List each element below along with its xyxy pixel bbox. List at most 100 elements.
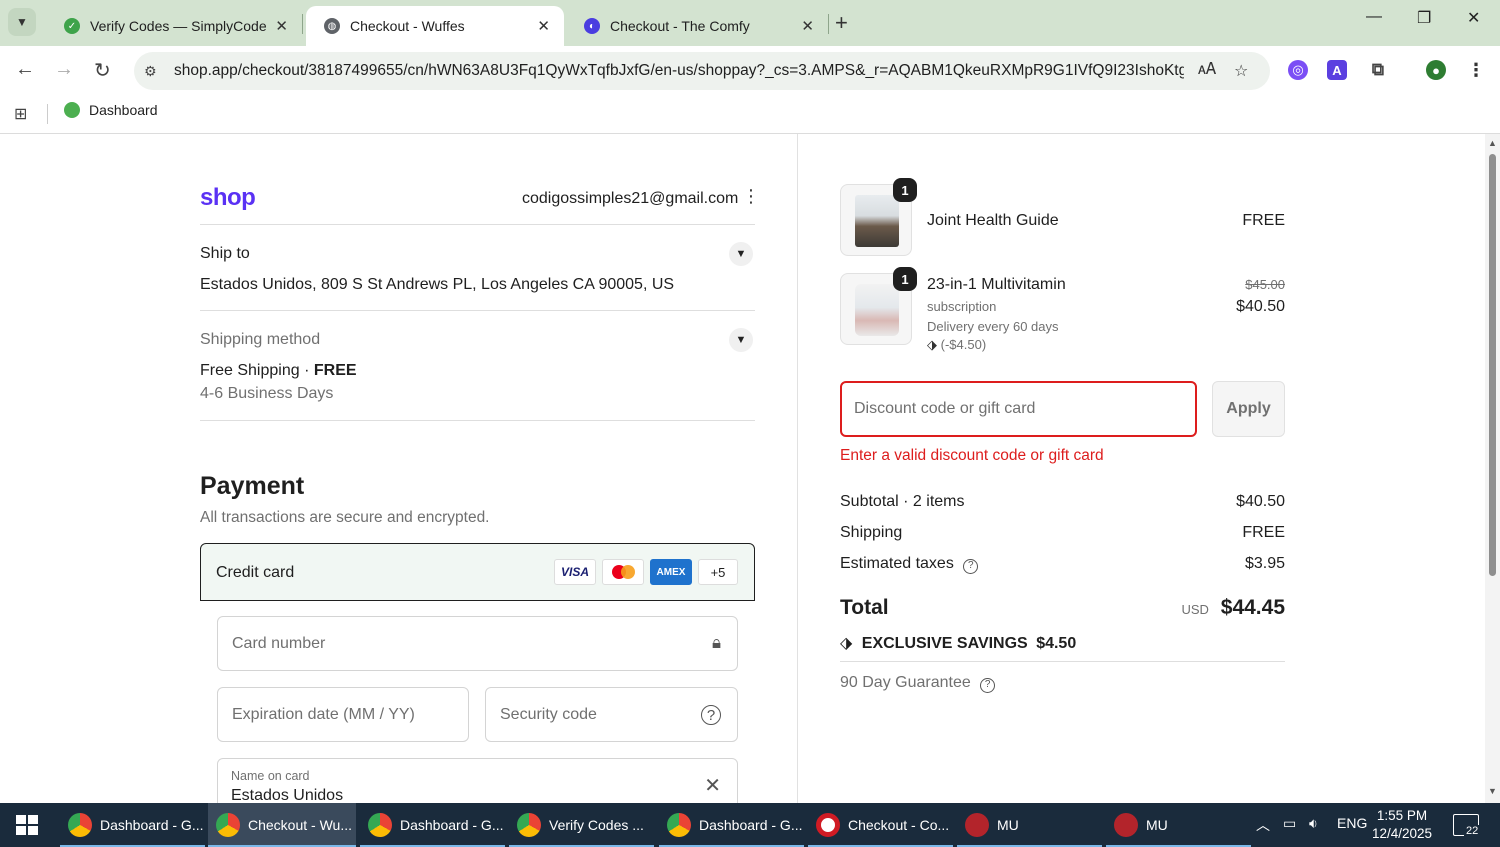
- restore-icon[interactable]: ❐: [1417, 8, 1431, 28]
- item-name: Joint Health Guide: [927, 212, 1059, 229]
- tab-divider: [302, 14, 303, 34]
- system-clock[interactable]: 1:55 PM 12/4/2025: [1372, 807, 1432, 843]
- quantity-badge: 1: [893, 178, 917, 202]
- profile-avatar-icon[interactable]: ●: [1426, 60, 1446, 80]
- network-icon[interactable]: ▭: [1283, 815, 1296, 832]
- visa-logo: VISA: [554, 559, 596, 585]
- payment-heading: Payment: [200, 472, 305, 500]
- address-bar[interactable]: ⚙ shop.app/checkout/38187499655/cn/hWN63…: [134, 52, 1270, 90]
- credit-card-option[interactable]: Credit card VISA AMEX +5: [200, 543, 755, 601]
- back-arrow-icon[interactable]: ←: [15, 58, 35, 81]
- bookmark-dashboard[interactable]: Dashboard: [64, 102, 158, 118]
- tag-icon: ⬗: [927, 337, 937, 352]
- total-value: $44.45: [1220, 596, 1285, 619]
- translate-icon[interactable]: 🗚: [1198, 61, 1216, 79]
- tab-checkout-wuffes[interactable]: ◍ Checkout - Wuffes ✕: [306, 6, 564, 46]
- volume-icon[interactable]: 🔉︎: [1309, 815, 1318, 832]
- tab-verify-codes[interactable]: ✓ Verify Codes — SimplyCodes ✕: [46, 6, 302, 46]
- page-scrollbar[interactable]: ▲ ▼: [1485, 134, 1500, 803]
- shipping-method-expand-button[interactable]: ▼: [729, 328, 753, 352]
- scroll-thumb[interactable]: [1489, 154, 1496, 576]
- browser-toolbar: ← → ↻ ⚙ shop.app/checkout/38187499655/cn…: [0, 46, 1500, 94]
- new-tab-button[interactable]: +: [835, 10, 848, 36]
- tray-overflow-chevron-icon[interactable]: ︿: [1256, 815, 1270, 835]
- item-discount: ⬗ (-$4.50): [927, 337, 986, 353]
- tab-checkout-comfy[interactable]: ◐ Checkout - The Comfy ✕: [566, 6, 828, 46]
- bookmark-divider: [47, 104, 48, 124]
- extension-a-icon[interactable]: A: [1327, 60, 1347, 80]
- url-text[interactable]: shop.app/checkout/38187499655/cn/hWN63A8…: [174, 62, 1184, 80]
- simplycodes-favicon-icon: ✓: [64, 18, 80, 34]
- taskbar-item-mu[interactable]: MU: [957, 803, 1102, 847]
- card-number-field[interactable]: 🔒︎: [217, 616, 738, 671]
- separator-dot: ·: [304, 362, 310, 379]
- name-on-card-field[interactable]: Name on card Estados Unidos ✕: [217, 758, 738, 803]
- taskbar-item-dashboard[interactable]: Dashboard - G...: [360, 803, 505, 847]
- item-name: 23-in-1 Multivitamin: [927, 276, 1066, 293]
- chevron-down-icon: ▼: [735, 334, 747, 346]
- help-icon[interactable]: ?: [963, 559, 979, 574]
- help-icon[interactable]: ?: [701, 705, 721, 725]
- browser-menu-icon[interactable]: ⋮: [1466, 60, 1486, 80]
- tab-divider: [828, 14, 829, 34]
- total-label: Total: [840, 596, 889, 619]
- total-row: USD $44.45: [1181, 596, 1285, 620]
- taskbar-item-checkout-wuffes[interactable]: Checkout - Wu...: [208, 803, 356, 847]
- savings-value: $4.50: [1036, 635, 1077, 652]
- mu-app-icon: [965, 813, 989, 837]
- subtotal-label: Subtotal · 2 items: [840, 493, 965, 510]
- clock-date: 12/4/2025: [1372, 826, 1433, 841]
- site-info-icon[interactable]: ⚙: [144, 63, 164, 80]
- guarantee-text: 90 Day Guarantee: [840, 674, 971, 691]
- taskbar-item-checkout-comfy[interactable]: Checkout - Co...: [808, 803, 953, 847]
- close-tab-icon[interactable]: ✕: [801, 17, 814, 35]
- language-indicator[interactable]: ENG: [1337, 815, 1367, 831]
- close-tab-icon[interactable]: ✕: [275, 17, 288, 35]
- comfy-favicon-icon: ◐: [584, 18, 600, 34]
- name-on-card-value[interactable]: Estados Unidos: [231, 787, 343, 803]
- item-discount-amount: (-$4.50): [940, 337, 987, 352]
- clear-icon[interactable]: ✕: [704, 773, 721, 798]
- bookmarks-bar: ⊞ Dashboard: [0, 94, 1500, 134]
- product-photo: [855, 284, 899, 336]
- taskbar-label: Checkout - Co...: [848, 817, 950, 833]
- taskbar-item-mu[interactable]: MU: [1106, 803, 1251, 847]
- extension-icon[interactable]: ◎: [1288, 60, 1308, 80]
- forward-arrow-icon[interactable]: →: [54, 58, 74, 81]
- discount-code-field[interactable]: [840, 381, 1197, 437]
- discount-code-input[interactable]: [842, 383, 1195, 435]
- extensions-puzzle-icon[interactable]: ⧉: [1368, 60, 1388, 80]
- reload-icon[interactable]: ↻: [94, 58, 111, 83]
- close-window-icon[interactable]: ✕: [1467, 8, 1480, 28]
- minimize-icon[interactable]: —: [1366, 8, 1382, 26]
- item-subtitle: subscription: [927, 299, 997, 314]
- divider: [840, 661, 1285, 662]
- expiration-date-input[interactable]: [218, 688, 468, 741]
- security-code-field[interactable]: ?: [485, 687, 738, 742]
- scroll-up-icon[interactable]: ▲: [1488, 138, 1497, 148]
- product-photo: [855, 195, 899, 247]
- scroll-down-icon[interactable]: ▼: [1488, 786, 1497, 796]
- apps-grid-icon[interactable]: ⊞: [14, 104, 27, 124]
- security-code-input[interactable]: [486, 688, 737, 741]
- close-tab-icon[interactable]: ✕: [537, 17, 550, 35]
- more-options-icon[interactable]: ⋮: [742, 186, 760, 207]
- bookmark-star-icon[interactable]: ☆: [1234, 61, 1248, 81]
- taskbar-item-verify-codes[interactable]: Verify Codes ...: [509, 803, 654, 847]
- taskbar-label: Dashboard - G...: [400, 817, 504, 833]
- card-number-input[interactable]: [218, 617, 737, 670]
- windows-start-icon[interactable]: [16, 815, 38, 835]
- mu-app-icon: [1114, 813, 1138, 837]
- shop-logo[interactable]: shop: [200, 184, 256, 212]
- quantity-badge: 1: [893, 267, 917, 291]
- name-on-card-label: Name on card: [231, 769, 310, 783]
- help-icon[interactable]: ?: [980, 678, 996, 693]
- taskbar-item-dashboard[interactable]: Dashboard - G...: [659, 803, 804, 847]
- taskbar-item-dashboard[interactable]: Dashboard - G...: [60, 803, 205, 847]
- more-cards-badge: +5: [698, 559, 738, 585]
- credit-card-label: Credit card: [216, 564, 295, 581]
- tab-search-button[interactable]: ▼: [8, 8, 36, 36]
- expiration-date-field[interactable]: [217, 687, 469, 742]
- apply-button[interactable]: Apply: [1212, 381, 1285, 437]
- ship-to-expand-button[interactable]: ▼: [729, 242, 753, 266]
